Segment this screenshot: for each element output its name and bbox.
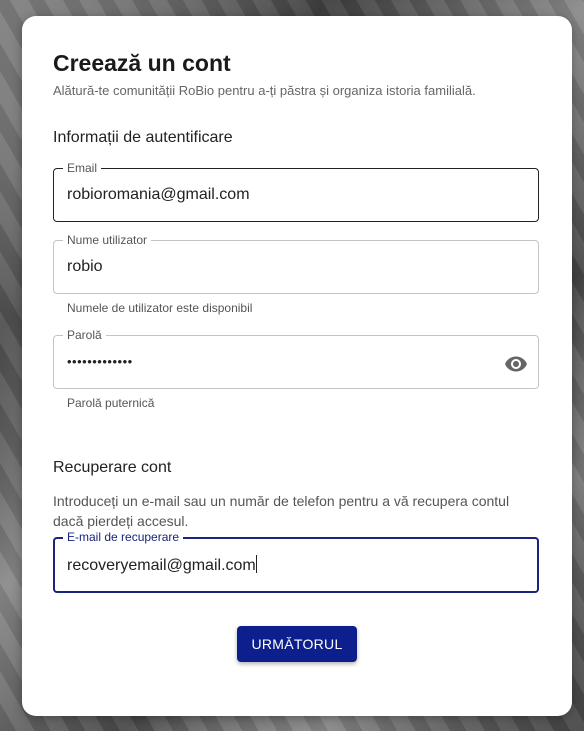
recovery-description: Introduceți un e-mail sau un număr de te… (53, 493, 510, 529)
username-label: Nume utilizator (63, 233, 152, 247)
email-field[interactable]: Email robioromania@gmail.com (53, 161, 539, 222)
password-label: Parolă (63, 328, 106, 342)
username-field[interactable]: Nume utilizator robio (53, 233, 539, 294)
recovery-section-title: Recuperare cont (53, 459, 172, 476)
recovery-email-label: E-mail de recuperare (63, 530, 184, 544)
username-value[interactable]: robio (67, 258, 103, 276)
text-caret (255, 555, 257, 573)
recovery-email-field[interactable]: E-mail de recuperare recoveryemail@gmail… (53, 530, 539, 593)
username-helper: Numele de utilizator este disponibil (67, 301, 253, 315)
email-label: Email (63, 161, 102, 175)
recovery-email-value: recoveryemail@gmail.com (67, 557, 256, 574)
eye-icon[interactable] (504, 352, 528, 376)
page-subtitle: Alătură-te comunității RoBio pentru a-ți… (53, 83, 476, 98)
auth-section-title: Informații de autentificare (53, 129, 233, 146)
signup-card: Creează un cont Alătură-te comunității R… (22, 16, 572, 716)
next-button[interactable]: URMĂTORUL (237, 626, 357, 662)
password-field[interactable]: Parolă ••••••••••••• (53, 328, 539, 389)
password-value[interactable]: ••••••••••••• (67, 353, 133, 371)
password-helper: Parolă puternică (67, 396, 155, 410)
recovery-email-input[interactable]: recoveryemail@gmail.com (67, 555, 257, 575)
page-title: Creează un cont (53, 50, 231, 76)
email-value[interactable]: robioromania@gmail.com (67, 186, 250, 204)
